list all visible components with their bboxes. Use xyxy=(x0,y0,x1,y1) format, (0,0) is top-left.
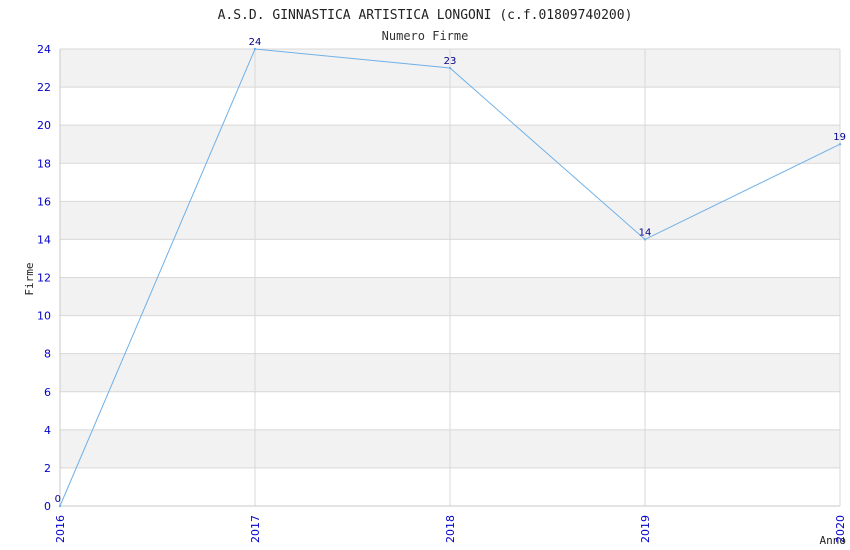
data-label: 19 xyxy=(833,132,846,143)
y-tick-labels: 024681012141618202224 xyxy=(37,43,51,513)
y-tick-label: 20 xyxy=(37,119,51,132)
data-label: 24 xyxy=(249,37,262,48)
y-tick-label: 10 xyxy=(37,310,51,323)
y-tick-label: 6 xyxy=(44,386,51,399)
data-point xyxy=(253,47,257,51)
y-tick-label: 4 xyxy=(44,424,51,437)
x-tick-label: 2017 xyxy=(249,515,262,543)
chart-title: A.S.D. GINNASTICA ARTISTICA LONGONI (c.f… xyxy=(218,8,633,23)
y-tick-label: 24 xyxy=(37,43,51,56)
y-tick-label: 22 xyxy=(37,81,51,94)
y-tick-label: 2 xyxy=(44,462,51,475)
data-label: 0 xyxy=(55,494,61,505)
x-tick-label: 2018 xyxy=(444,515,457,543)
data-point xyxy=(838,143,842,146)
y-tick-label: 8 xyxy=(44,348,51,361)
chart-subtitle: Numero Firme xyxy=(382,29,469,43)
data-label: 14 xyxy=(639,227,652,238)
y-tick-label: 16 xyxy=(37,195,51,208)
data-point xyxy=(58,504,62,508)
data-label: 23 xyxy=(444,56,457,67)
y-tick-label: 12 xyxy=(37,272,51,285)
data-point xyxy=(643,238,647,241)
y-tick-label: 14 xyxy=(37,233,51,246)
x-tick-label: 2016 xyxy=(54,515,67,543)
line-chart: A.S.D. GINNASTICA ARTISTICA LONGONI (c.f… xyxy=(23,8,847,547)
x-tick-label: 2020 xyxy=(834,515,847,543)
x-tick-label: 2019 xyxy=(639,515,652,543)
data-point xyxy=(448,66,452,70)
y-tick-label: 18 xyxy=(37,157,51,170)
y-axis-title: Firme xyxy=(23,262,36,295)
x-tick-labels: 2016 2017 2018 2019 2020 xyxy=(54,515,847,543)
y-tick-label: 0 xyxy=(44,500,51,513)
